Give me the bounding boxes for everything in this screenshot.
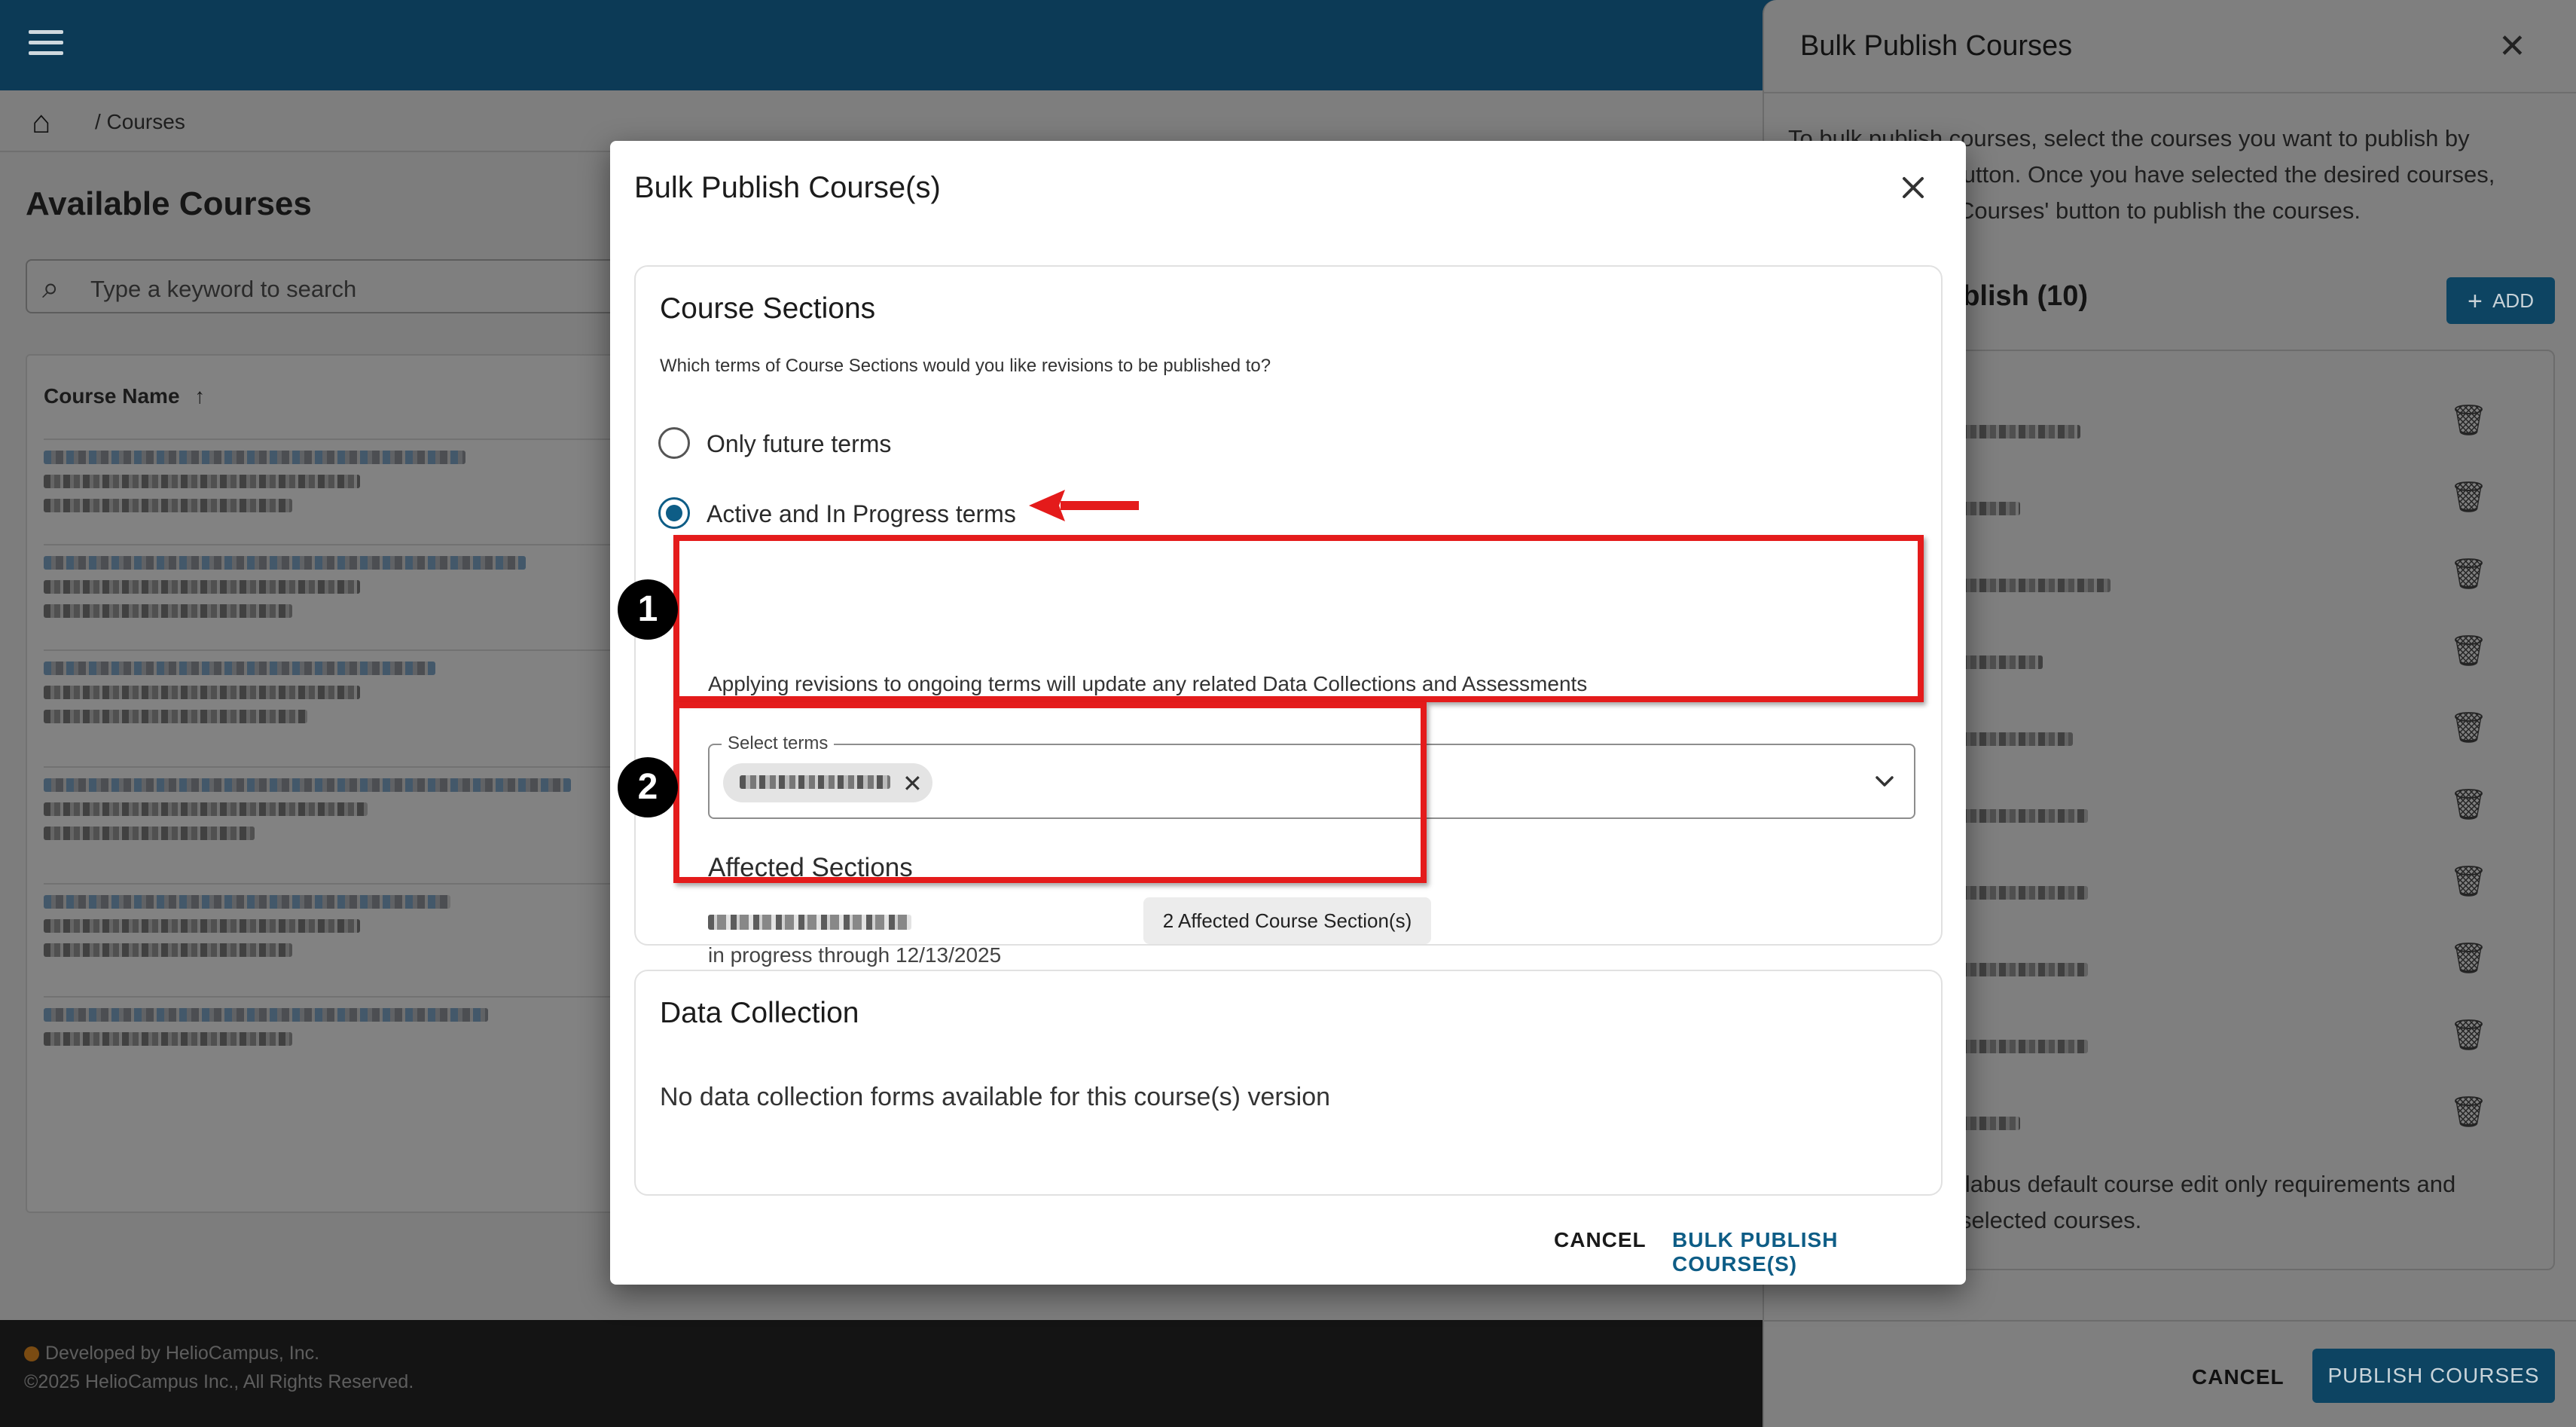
radio-future-terms-label[interactable]: Only future terms bbox=[707, 430, 891, 458]
trash-icon[interactable]: 🗑 bbox=[2449, 710, 2488, 745]
table-row[interactable] bbox=[44, 883, 616, 981]
table-row[interactable] bbox=[44, 766, 616, 864]
radio-active-terms[interactable] bbox=[658, 497, 690, 529]
list-item: 🗑 bbox=[1960, 461, 2547, 536]
trash-icon[interactable]: 🗑 bbox=[2449, 787, 2488, 822]
drawer-title: Bulk Publish Courses bbox=[1800, 30, 2073, 62]
trash-icon[interactable]: 🗑 bbox=[2449, 479, 2488, 515]
trash-icon[interactable]: 🗑 bbox=[2449, 940, 2488, 976]
terms-question: Which terms of Course Sections would you… bbox=[660, 356, 1271, 376]
column-header-course-name[interactable]: Course Name ↑ bbox=[44, 384, 205, 408]
list-item: 🗑 bbox=[1960, 384, 2547, 460]
bulk-publish-button[interactable]: BULK PUBLISH COURSE(S) bbox=[1672, 1228, 1966, 1276]
home-icon[interactable]: ⌂ bbox=[32, 106, 50, 138]
affected-sections-badge[interactable]: 2 Affected Course Section(s) bbox=[1143, 897, 1431, 944]
divider bbox=[1764, 92, 2576, 93]
highlight-box-1 bbox=[673, 535, 1924, 702]
dialog-title: Bulk Publish Course(s) bbox=[634, 171, 941, 204]
hamburger-menu-icon[interactable] bbox=[29, 30, 63, 60]
publish-courses-button[interactable]: PUBLISH COURSES bbox=[2312, 1349, 2555, 1403]
footer-company-link[interactable]: HelioCampus, Inc. bbox=[166, 1343, 319, 1364]
affected-term-name-redacted bbox=[708, 915, 911, 930]
data-collection-card: Data Collection No data collection forms… bbox=[634, 970, 1943, 1196]
course-sections-title: Course Sections bbox=[660, 292, 876, 325]
red-arrow-annotation-icon bbox=[1029, 490, 1139, 521]
table-row[interactable] bbox=[44, 996, 616, 1094]
data-collection-title: Data Collection bbox=[660, 997, 859, 1029]
drawer-close-icon[interactable]: ✕ bbox=[2498, 27, 2526, 66]
table-row[interactable] bbox=[44, 438, 616, 536]
trash-icon[interactable]: 🗑 bbox=[2449, 1094, 2488, 1129]
callout-badge-1: 1 bbox=[618, 579, 678, 640]
drawer-footer: CANCEL PUBLISH COURSES bbox=[1764, 1320, 2576, 1427]
drawer-cancel-button[interactable]: CANCEL bbox=[2192, 1365, 2285, 1389]
footer-developed-by: Developed by bbox=[45, 1343, 166, 1364]
page-title: Available Courses bbox=[26, 185, 312, 222]
trash-icon[interactable]: 🗑 bbox=[2449, 1017, 2488, 1053]
search-placeholder: Type a keyword to search bbox=[90, 276, 357, 302]
highlight-box-2 bbox=[673, 702, 1427, 883]
add-course-button[interactable]: + ADD bbox=[2446, 277, 2555, 324]
list-item: 🗑 bbox=[1960, 922, 2547, 998]
trash-icon[interactable]: 🗑 bbox=[2449, 633, 2488, 668]
radio-future-terms[interactable] bbox=[658, 427, 690, 459]
sort-arrow-icon[interactable]: ↑ bbox=[194, 384, 205, 408]
drawer-note: llabus default course edit only requirem… bbox=[1960, 1171, 2456, 1233]
trash-icon[interactable]: 🗑 bbox=[2449, 863, 2488, 899]
courses-table: Course Name ↑ bbox=[26, 354, 628, 1213]
add-button-label: ADD bbox=[2492, 289, 2534, 312]
table-row[interactable] bbox=[44, 544, 616, 642]
heliocampus-logo-icon bbox=[24, 1346, 39, 1362]
trash-icon[interactable]: 🗑 bbox=[2449, 402, 2488, 438]
close-icon[interactable] bbox=[1897, 171, 1930, 204]
list-item: 🗑 bbox=[1960, 692, 2547, 767]
trash-icon[interactable]: 🗑 bbox=[2449, 556, 2488, 591]
footer-copyright: ©2025 HelioCampus Inc., All Rights Reser… bbox=[24, 1371, 414, 1392]
list-item: 🗑 bbox=[1960, 1076, 2547, 1151]
callout-badge-2: 2 bbox=[618, 757, 678, 817]
search-icon: ⌕ bbox=[42, 271, 60, 304]
plus-icon: + bbox=[2468, 287, 2483, 316]
courses-to-publish-title: ublish (10) bbox=[1945, 280, 2089, 312]
list-item: 🗑 bbox=[1960, 845, 2547, 921]
column-header-label: Course Name bbox=[44, 384, 180, 408]
no-data-message: No data collection forms available for t… bbox=[660, 1083, 1331, 1111]
chevron-down-icon[interactable] bbox=[1869, 766, 1900, 796]
list-item: 🗑 bbox=[1960, 769, 2547, 844]
breadcrumb-courses[interactable]: / Courses bbox=[95, 110, 185, 134]
bulk-publish-dialog: Bulk Publish Course(s) Course Sections W… bbox=[610, 141, 1966, 1285]
list-item: 🗑 bbox=[1960, 615, 2547, 690]
list-item: 🗑 bbox=[1960, 538, 2547, 613]
cancel-button[interactable]: CANCEL bbox=[1554, 1228, 1647, 1252]
table-row[interactable] bbox=[44, 649, 616, 747]
radio-active-terms-label[interactable]: Active and In Progress terms bbox=[707, 500, 1016, 528]
affected-term-dates: in progress through 12/13/2025 bbox=[708, 943, 1002, 967]
list-item: 🗑 bbox=[1960, 999, 2547, 1074]
